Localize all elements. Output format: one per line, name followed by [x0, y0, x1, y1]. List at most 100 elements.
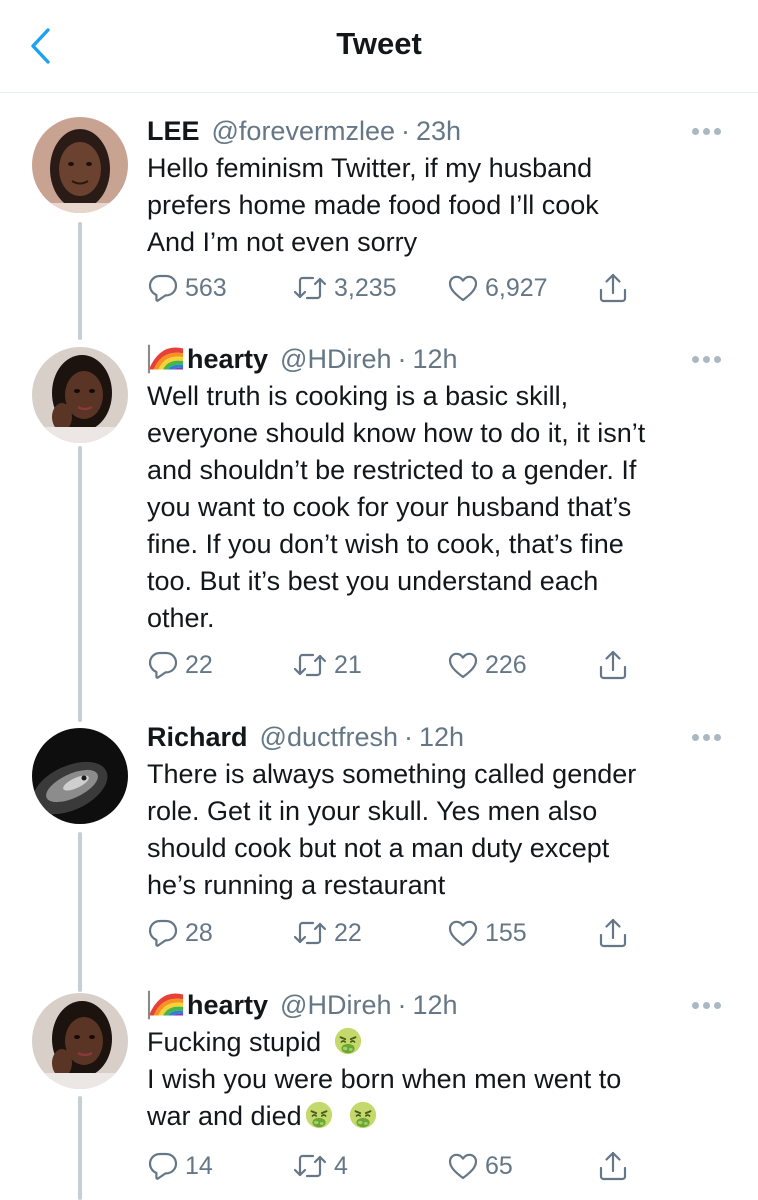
avatar[interactable] [32, 993, 128, 1089]
heart-icon [447, 917, 479, 949]
retweet-icon [292, 1150, 328, 1182]
like-button[interactable]: 65 [447, 1149, 513, 1183]
tweet-header: hearty @HDireh · 12h [147, 342, 458, 376]
retweet-icon [292, 917, 328, 949]
nauseated-face-emoji [304, 1100, 334, 1130]
retweet-button[interactable]: 21 [292, 648, 362, 682]
reply-button[interactable]: 14 [147, 1149, 213, 1183]
tweet-text-line: There is always something called gender [147, 759, 637, 789]
user-handle[interactable]: @HDireh [280, 344, 391, 375]
reply-icon [147, 1150, 179, 1182]
share-icon [597, 917, 629, 949]
tweet-text-segment: war and died [147, 1101, 302, 1131]
reply-icon [147, 272, 179, 304]
reply-button[interactable]: 22 [147, 648, 213, 682]
timestamp[interactable]: 23h [416, 116, 461, 147]
more-horizontal-icon[interactable] [692, 734, 722, 742]
tweet-text-line: I wish you were born when men went to [147, 1064, 622, 1094]
share-icon [597, 1150, 629, 1182]
user-handle[interactable]: @ductfresh [260, 722, 398, 753]
page-title: Tweet [336, 26, 422, 61]
more-horizontal-icon[interactable] [692, 128, 722, 136]
reply-icon [147, 917, 179, 949]
user-handle[interactable]: @forevermzlee [212, 116, 395, 147]
user-handle[interactable]: @HDireh [280, 990, 391, 1021]
share-button[interactable] [597, 648, 635, 682]
tweet-text-line: you want to cook for your husband that’s [147, 492, 632, 522]
avatar-image [32, 728, 128, 824]
heart-icon [447, 649, 479, 681]
tweet-text: Well truth is cooking is a basic skill, … [147, 378, 727, 637]
retweet-button[interactable]: 22 [292, 916, 362, 950]
separator-dot: · [400, 115, 410, 146]
tweet-text-segment: Fucking stupid [147, 1027, 322, 1057]
separator-dot: · [404, 721, 413, 752]
avatar[interactable] [32, 117, 128, 213]
avatar-image [32, 117, 128, 213]
thread-connector [78, 832, 82, 992]
tweet-text-line: Well truth is cooking is a basic skill, [147, 381, 569, 411]
heart-icon [447, 272, 479, 304]
tweet-text-line: other. [147, 603, 215, 633]
timestamp[interactable]: 12h [412, 344, 457, 375]
tweet-text-line: prefers home made food food I’ll cook [147, 190, 599, 220]
tweet-text: Hello feminism Twitter, if my husband pr… [147, 150, 727, 261]
reply-button[interactable]: 563 [147, 271, 227, 305]
tweet-text-line: role. Get it in your skull. Yes men also [147, 796, 598, 826]
avatar-image [32, 347, 128, 443]
like-count: 226 [485, 650, 527, 679]
like-button[interactable]: 226 [447, 648, 527, 682]
rainbow-flag-icon [147, 990, 185, 1020]
like-button[interactable]: 155 [447, 916, 527, 950]
top-bar: Tweet [0, 0, 758, 93]
retweet-count: 21 [334, 650, 362, 679]
share-button[interactable] [597, 916, 635, 950]
display-name[interactable]: hearty [187, 990, 268, 1021]
tweet-text-line: fine. If you don’t wish to cook, that’s … [147, 529, 624, 559]
more-horizontal-icon[interactable] [692, 356, 722, 364]
share-icon [597, 649, 629, 681]
separator-dot: · [397, 989, 407, 1020]
retweet-icon [292, 272, 328, 304]
retweet-icon [292, 649, 328, 681]
retweet-button[interactable]: 3,235 [292, 271, 397, 305]
reply-button[interactable]: 28 [147, 916, 213, 950]
avatar-image [32, 993, 128, 1089]
nauseated-face-emoji [333, 1026, 363, 1056]
display-name[interactable]: Richard [147, 722, 248, 753]
more-horizontal-icon[interactable] [692, 1002, 722, 1010]
tweet-text: Fucking stupid I wish you were born when… [147, 1024, 727, 1135]
tweet-text-line: everyone should know how to do it, it is… [147, 418, 646, 448]
tweet-text-line: should cook but not a man duty except [147, 833, 610, 863]
reply-count: 563 [185, 273, 227, 302]
avatar[interactable] [32, 347, 128, 443]
tweet-header: LEE @forevermzlee · 23h [147, 114, 461, 148]
tweet-text-line: war and died [147, 1098, 727, 1135]
reply-count: 22 [185, 650, 213, 679]
avatar[interactable] [32, 728, 128, 824]
display-name[interactable]: LEE [147, 116, 200, 147]
tweet-text-line: Fucking stupid [147, 1024, 727, 1061]
rainbow-flag-icon [147, 344, 185, 374]
tweet-text-line: he’s running a restaurant [147, 870, 446, 900]
tweet-header: hearty @HDireh · 12h [147, 988, 458, 1022]
timestamp[interactable]: 12h [419, 722, 464, 753]
timestamp[interactable]: 12h [412, 990, 457, 1021]
retweet-count: 3,235 [334, 273, 397, 302]
like-count: 65 [485, 1151, 513, 1180]
nauseated-face-emoji [348, 1100, 378, 1130]
tweet-actions: 28 22 155 [147, 916, 667, 950]
share-button[interactable] [597, 1149, 635, 1183]
like-button[interactable]: 6,927 [447, 271, 548, 305]
share-button[interactable] [597, 271, 635, 305]
reply-icon [147, 649, 179, 681]
separator-dot: · [397, 343, 407, 374]
thread-connector [78, 1096, 82, 1200]
reply-count: 14 [185, 1151, 213, 1180]
thread-connector [78, 446, 82, 722]
share-icon [597, 272, 629, 304]
display-name[interactable]: hearty [187, 344, 268, 375]
retweet-button[interactable]: 4 [292, 1149, 348, 1183]
tweet-actions: 14 4 65 [147, 1149, 667, 1183]
retweet-count: 22 [334, 918, 362, 947]
